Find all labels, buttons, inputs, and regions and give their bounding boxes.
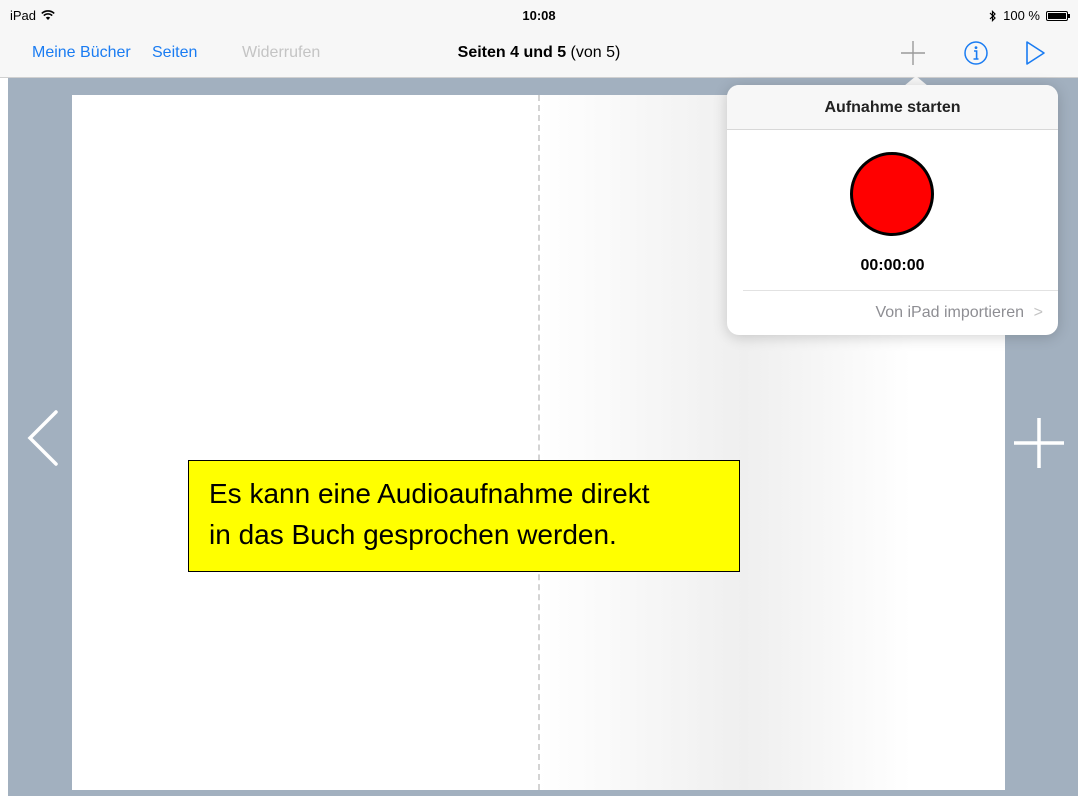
play-icon[interactable] — [1022, 38, 1048, 68]
page-title-total: (von 5) — [566, 44, 621, 61]
stage-edge — [0, 78, 8, 796]
chevron-left-icon[interactable] — [24, 408, 60, 468]
recording-timer: 00:00:00 — [860, 257, 925, 274]
chevron-right-icon: > — [1033, 304, 1043, 321]
battery-icon — [1046, 10, 1070, 21]
info-icon[interactable] — [962, 38, 990, 68]
caption-line-1: Es kann eine Audioaufnahme direkt — [209, 478, 650, 509]
bluetooth-icon — [989, 9, 996, 22]
add-page-icon[interactable] — [1012, 416, 1066, 470]
plus-icon[interactable] — [900, 38, 926, 68]
import-from-ipad-row[interactable]: Von iPad importieren > — [727, 291, 1058, 335]
caption-line-2: in das Buch gesprochen werden. — [209, 519, 617, 550]
navigation-bar: Meine Bücher Seiten Widerrufen Seiten 4 … — [0, 30, 1078, 78]
battery-percent: 100 % — [1003, 8, 1040, 23]
page-title-range: Seiten 4 und 5 — [457, 44, 567, 61]
import-label: Von iPad importieren — [875, 304, 1024, 321]
status-bar: iPad 10:08 100 % — [0, 0, 1078, 30]
status-right: 100 % — [989, 8, 1070, 23]
record-button[interactable] — [850, 152, 934, 236]
annotation-caption: Es kann eine Audioaufnahme direkt in das… — [188, 460, 740, 572]
popover-title: Aufnahme starten — [727, 85, 1058, 130]
recording-popover: Aufnahme starten 00:00:00 Von iPad impor… — [727, 85, 1058, 335]
page-divider — [538, 95, 540, 790]
status-time: 10:08 — [522, 8, 556, 23]
